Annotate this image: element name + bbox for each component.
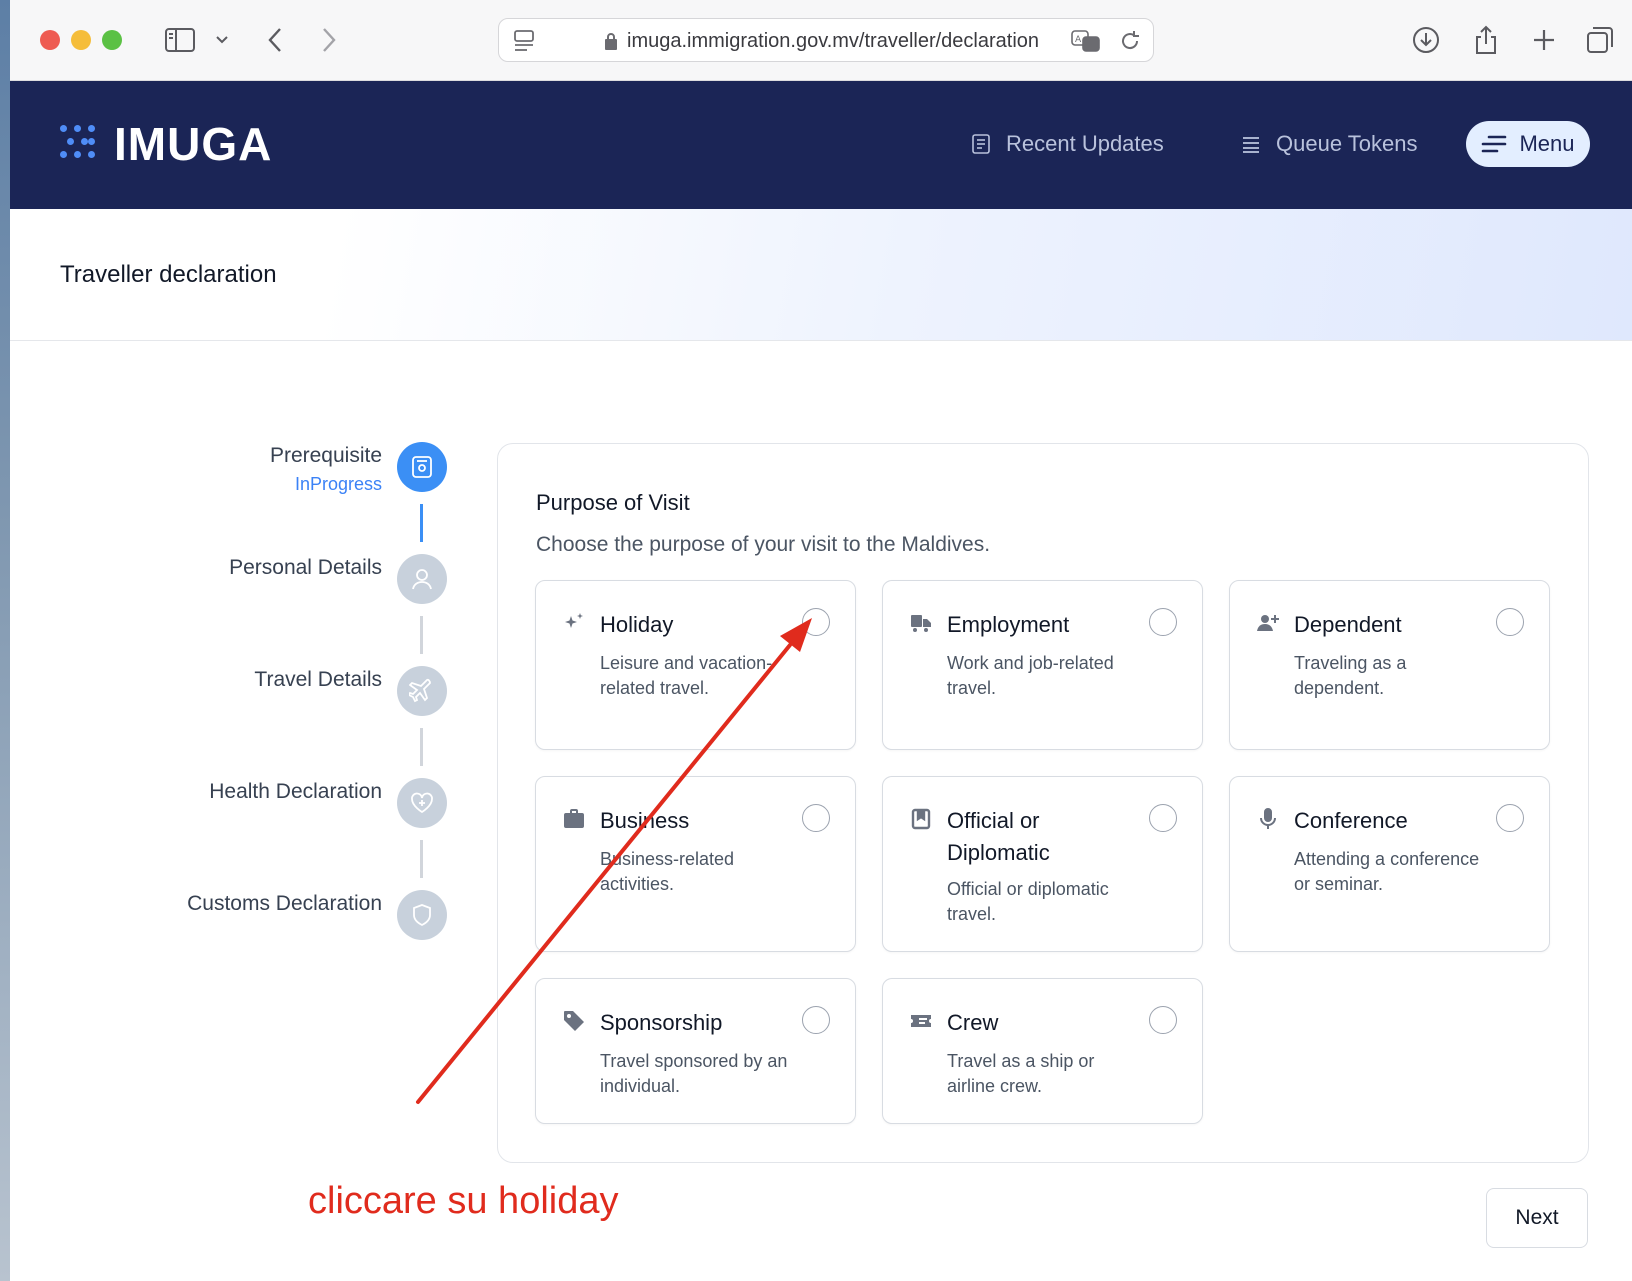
back-arrow-icon[interactable] (260, 20, 290, 60)
reload-icon[interactable] (1119, 30, 1141, 57)
share-icon[interactable] (1466, 20, 1506, 60)
browser-window: imuga.immigration.gov.mv/traveller/decla… (0, 0, 1632, 1281)
step-label-personal-details: Personal Details (229, 556, 382, 579)
lock-icon (603, 31, 619, 56)
option-title: Official or Diplomatic (947, 808, 1050, 865)
next-button[interactable]: Next (1486, 1188, 1588, 1248)
url-text: imuga.immigration.gov.mv/traveller/decla… (627, 30, 1040, 52)
option-title: Conference (1294, 808, 1408, 833)
form-title: Purpose of Visit (536, 490, 690, 515)
business-radio[interactable] (802, 804, 830, 832)
official-diplomatic-radio[interactable] (1149, 804, 1177, 832)
step-customs-declaration[interactable] (397, 890, 447, 940)
new-tab-icon[interactable] (1524, 20, 1564, 60)
option-title: Crew (947, 1010, 999, 1035)
step-status: InProgress (294, 474, 382, 494)
annotation-text: cliccare su holiday (308, 1180, 619, 1222)
chevron-down-icon[interactable] (210, 20, 234, 60)
step-health-declaration[interactable] (397, 778, 447, 828)
option-dependent[interactable]: Dependent Traveling as a dependent. (1229, 580, 1550, 750)
shield-icon (413, 904, 431, 927)
step-label-customs-declaration: Customs Declaration (187, 892, 382, 915)
option-description: Business-related activities. (600, 849, 735, 894)
option-description: Traveling as a dependent. (1294, 653, 1407, 698)
step-connector (420, 840, 423, 878)
tab-overview-icon[interactable] (1580, 20, 1620, 60)
logo-dots-icon (60, 125, 100, 165)
list-icon (1243, 137, 1259, 153)
option-holiday[interactable]: Holiday Leisure and vacation-related tra… (535, 580, 856, 750)
option-title: Dependent (1294, 612, 1402, 637)
option-description: Travel sponsored by an individual. (600, 1051, 788, 1096)
svg-text:A: A (1075, 35, 1082, 45)
briefcase-icon (564, 809, 584, 828)
step-personal-details[interactable] (397, 554, 447, 604)
option-sponsorship[interactable]: Sponsorship Travel sponsored by an indiv… (535, 978, 856, 1124)
option-official-diplomatic[interactable]: Official or Diplomatic Official or diplo… (882, 776, 1203, 952)
holiday-radio[interactable] (802, 608, 830, 636)
option-description: Leisure and vacation-related travel. (600, 653, 773, 698)
passport-icon (412, 456, 432, 478)
crew-radio[interactable] (1149, 1006, 1177, 1034)
tag-icon (564, 1011, 584, 1031)
sidebar-toggle-icon[interactable] (160, 20, 200, 60)
conference-radio[interactable] (1496, 804, 1524, 832)
option-title: Sponsorship (600, 1010, 723, 1035)
translate-icon[interactable]: A (1071, 29, 1101, 58)
step-travel-details[interactable] (397, 666, 447, 716)
option-description: Attending a conference or seminar. (1294, 849, 1480, 894)
user-icon (412, 569, 432, 590)
page-title: Traveller declaration (60, 261, 277, 288)
option-business[interactable]: Business Business-related activities. (535, 776, 856, 952)
browser-toolbar: imuga.immigration.gov.mv/traveller/decla… (10, 0, 1632, 81)
close-window-button[interactable] (40, 30, 60, 50)
sponsorship-radio[interactable] (802, 1006, 830, 1034)
site-header: IMUGA Recent Updates Queue Tokens Menu (10, 81, 1632, 209)
microphone-icon (1260, 808, 1276, 829)
menu-icon (1482, 135, 1507, 153)
download-icon[interactable] (1406, 20, 1446, 60)
option-description: Work and job-related travel. (947, 653, 1114, 698)
option-title: Holiday (600, 612, 674, 637)
step-connector (420, 728, 423, 766)
forward-arrow-icon[interactable] (314, 20, 344, 60)
truck-icon (911, 615, 931, 632)
zoom-window-button[interactable] (102, 30, 122, 50)
option-conference[interactable]: Conference Attending a conference or sem… (1229, 776, 1550, 952)
option-employment[interactable]: Employment Work and job-related travel. (882, 580, 1203, 750)
nav-queue-tokens-label: Queue Tokens (1276, 131, 1418, 156)
menu-button-label: Menu (1519, 131, 1575, 156)
ticket-icon (911, 1015, 931, 1027)
employment-radio[interactable] (1149, 608, 1177, 636)
nav-recent-updates-label: Recent Updates (1006, 131, 1164, 156)
plane-icon (409, 678, 431, 703)
user-plus-icon (1257, 615, 1279, 631)
step-label-prerequisite: Prerequisite (269, 444, 382, 467)
nav-recent-updates[interactable]: Recent Updates (970, 127, 1164, 161)
dependent-radio[interactable] (1496, 608, 1524, 636)
site-logo[interactable]: IMUGA (114, 117, 272, 171)
step-connector (420, 504, 423, 542)
reader-mode-icon[interactable] (513, 29, 535, 58)
newspaper-icon (972, 134, 990, 154)
option-description: Travel as a ship or airline crew. (947, 1051, 1095, 1096)
minimize-window-button[interactable] (71, 30, 91, 50)
nav-queue-tokens[interactable]: Queue Tokens (1240, 127, 1417, 161)
sparkles-icon (565, 613, 583, 628)
address-bar[interactable]: imuga.immigration.gov.mv/traveller/decla… (498, 18, 1154, 62)
menu-button[interactable]: Menu (1466, 121, 1590, 167)
desktop-edge (0, 0, 10, 1281)
heart-icon (411, 792, 433, 814)
option-title: Employment (947, 612, 1070, 637)
step-label-travel-details: Travel Details (254, 668, 382, 691)
step-connector (420, 616, 423, 654)
option-description: Official or diplomatic travel. (947, 879, 1109, 924)
bookmark-icon (911, 808, 931, 830)
step-prerequisite[interactable] (397, 442, 447, 492)
page-title-band: Traveller declaration (10, 209, 1632, 341)
step-label-health-declaration: Health Declaration (209, 780, 382, 803)
form-subtitle: Choose the purpose of your visit to the … (536, 533, 991, 556)
option-crew[interactable]: Crew Travel as a ship or airline crew. (882, 978, 1203, 1124)
option-title: Business (600, 808, 690, 833)
